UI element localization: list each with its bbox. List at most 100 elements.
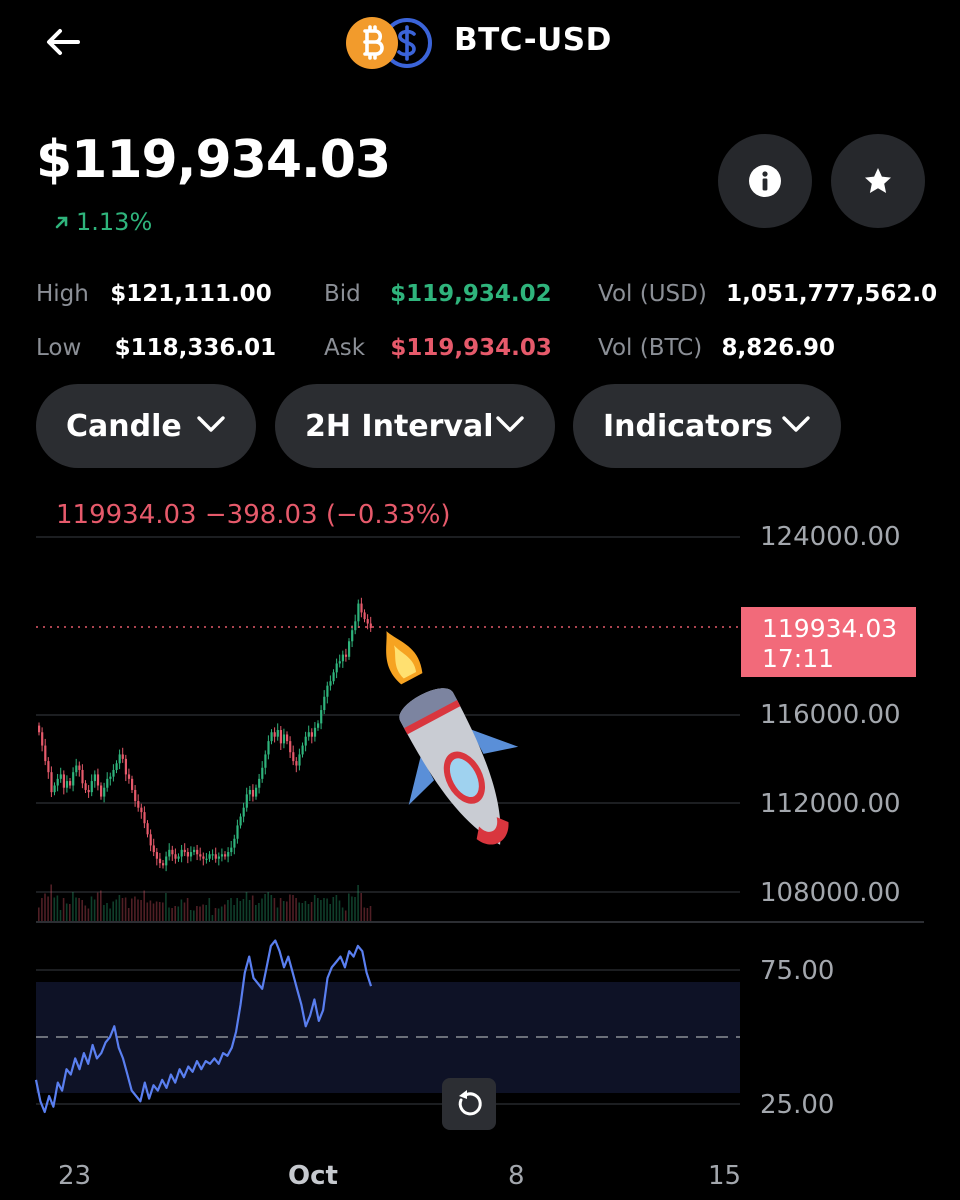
- indicators-dropdown[interactable]: Indicators: [573, 384, 841, 468]
- back-button[interactable]: [40, 20, 88, 64]
- candle-body: [255, 787, 258, 797]
- volume-bar: [307, 904, 310, 921]
- price-tick: 116000.00: [760, 700, 901, 730]
- volume-bar: [75, 897, 77, 921]
- candle-body: [344, 654, 348, 657]
- chart-legend: 119934.03 −398.03 (−0.33%): [56, 500, 451, 530]
- volume-bar: [220, 906, 223, 921]
- candle-body: [323, 696, 326, 711]
- candle-body: [124, 758, 127, 775]
- volume-bar: [236, 898, 238, 921]
- stat-ask-label: Ask: [324, 335, 366, 361]
- stat-vol-btc-label: Vol (BTC): [598, 335, 703, 361]
- volume-bar: [217, 908, 220, 921]
- candle-body: [239, 816, 242, 826]
- candle-body: [121, 754, 124, 759]
- volume-bar: [369, 906, 372, 921]
- volume-bar: [313, 895, 316, 921]
- volume-bar: [264, 894, 266, 921]
- stat-ask-value: $119,934.03: [390, 335, 552, 361]
- volume-bar: [87, 908, 90, 921]
- candle-body: [171, 849, 174, 855]
- current-time-tag: 17:11: [762, 644, 834, 673]
- volume-bar: [137, 899, 139, 921]
- volume-bar: [131, 898, 133, 921]
- candle-body: [183, 849, 186, 853]
- stat-high-label: High: [36, 281, 89, 307]
- candle-body: [146, 823, 149, 835]
- volume-bar: [196, 906, 198, 921]
- candle-body: [62, 774, 65, 788]
- interval-dropdown[interactable]: 2H Interval: [275, 384, 555, 468]
- time-tick: 15: [708, 1161, 741, 1191]
- volume-bar: [363, 907, 366, 921]
- rsi-panel: 75.00 25.00: [34, 939, 834, 1120]
- candle-body: [78, 765, 81, 770]
- bitcoin-icon: [346, 17, 398, 69]
- volume-bar: [335, 895, 338, 921]
- reset-chart-button[interactable]: [442, 1078, 496, 1130]
- volume-bar: [124, 897, 127, 921]
- favorite-button[interactable]: [831, 134, 925, 228]
- volume-bar: [320, 900, 322, 921]
- volume-bar: [304, 901, 307, 921]
- price-tick: 124000.00: [760, 522, 901, 552]
- candle-body: [273, 732, 276, 737]
- candle-body: [301, 745, 304, 755]
- volume-bar: [360, 893, 362, 921]
- candle-body: [351, 630, 354, 642]
- candle-body: [208, 854, 211, 859]
- rocket-icon: [386, 631, 519, 845]
- volume-bar: [295, 898, 297, 921]
- stat-low-value: $118,336.01: [114, 335, 277, 361]
- volume-bar: [258, 903, 260, 921]
- candle-body: [186, 852, 189, 857]
- candle-body: [103, 787, 106, 797]
- candle-body: [109, 776, 112, 779]
- volume-bar: [208, 898, 211, 921]
- candle-body: [149, 834, 152, 846]
- price-change: 1.13%: [54, 208, 152, 236]
- candle-body: [87, 789, 90, 793]
- volume-bar: [354, 897, 356, 921]
- volume-bar: [41, 898, 43, 921]
- volume-bar: [134, 896, 136, 921]
- chart-type-dropdown[interactable]: Candle: [36, 384, 256, 468]
- volume-bar: [351, 896, 353, 921]
- volume-bar: [62, 898, 65, 921]
- volume-bar: [239, 901, 242, 921]
- candle-body: [131, 778, 134, 790]
- star-icon: [865, 168, 891, 193]
- volume-bar: [93, 899, 96, 921]
- candle-body: [245, 794, 248, 808]
- info-button[interactable]: [718, 134, 812, 228]
- candle-body: [310, 732, 313, 737]
- volume-bar: [78, 898, 80, 921]
- candle-body: [199, 854, 202, 857]
- candle-body: [50, 772, 53, 793]
- candle-body: [162, 863, 165, 866]
- candle-body: [174, 854, 177, 859]
- volume-bar: [186, 898, 189, 921]
- candle-body: [236, 825, 239, 839]
- candle-body: [338, 661, 341, 664]
- volume-bar: [180, 899, 183, 921]
- candle-body: [326, 685, 329, 697]
- candle-body: [313, 727, 317, 737]
- time-tick: Oct: [288, 1161, 338, 1191]
- volume-bar: [323, 898, 325, 921]
- volume-bar: [251, 895, 254, 921]
- candle-body: [320, 710, 323, 724]
- candle-body: [329, 681, 332, 686]
- volume-bar: [233, 905, 235, 921]
- candle-body: [137, 801, 140, 808]
- candle-body: [106, 778, 109, 788]
- volume-bar: [168, 907, 170, 921]
- candle-body: [304, 736, 307, 746]
- volume-bar: [158, 902, 161, 921]
- volume-bar: [38, 907, 40, 921]
- volume-bar: [282, 901, 285, 921]
- rsi-tick: 25.00: [760, 1090, 834, 1120]
- volume-bar: [332, 897, 335, 921]
- candle-body: [217, 856, 220, 859]
